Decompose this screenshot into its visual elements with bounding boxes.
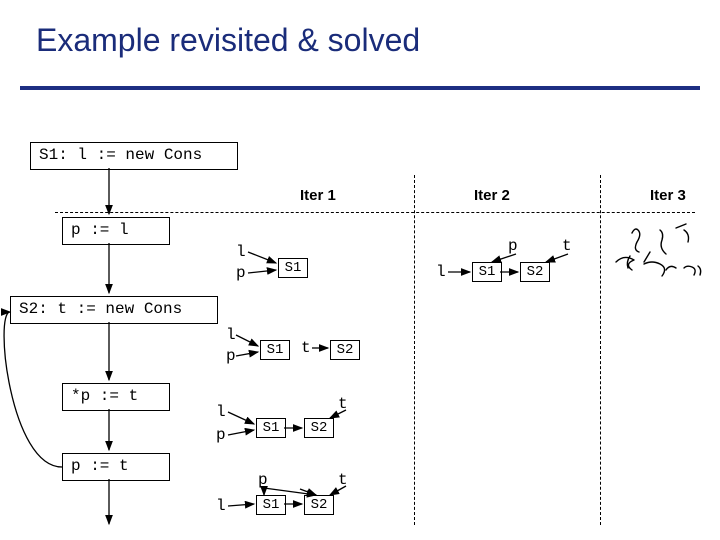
g1b-s1: S1 xyxy=(260,340,290,360)
g1c-t: t xyxy=(338,396,348,414)
g1d-s1: S1 xyxy=(256,495,286,515)
cfg-p-l: p := l xyxy=(62,217,170,245)
g1c-l: l xyxy=(216,404,226,422)
cfg-s1: S1: l := new Cons xyxy=(30,142,238,170)
g2a-l: l xyxy=(436,264,446,282)
g2a-s1: S1 xyxy=(472,262,502,282)
g1b-l: l xyxy=(226,327,236,345)
g2a-t: t xyxy=(562,238,572,256)
dash-mid xyxy=(55,212,695,213)
g1b-s2: S2 xyxy=(330,340,360,360)
g1c-p: p xyxy=(216,427,226,445)
slide-stage: Example revisited & solved Iter 1 Iter 2… xyxy=(0,0,720,540)
g1b-p: p xyxy=(226,348,236,366)
cfg-s2: S2: t := new Cons xyxy=(10,296,218,324)
title-underline xyxy=(20,86,700,90)
g1d-l: l xyxy=(216,498,226,516)
g1a-p: p xyxy=(236,265,246,283)
slide-title: Example revisited & solved xyxy=(36,22,420,59)
g1d-s2: S2 xyxy=(304,495,334,515)
g1c-s2: S2 xyxy=(304,418,334,438)
g1b-t: t xyxy=(301,340,311,358)
iter1-label: Iter 1 xyxy=(300,187,336,204)
g1a-l: l xyxy=(236,244,246,262)
cfg-sp-t: *p := t xyxy=(62,383,170,411)
g1a-s1: S1 xyxy=(278,258,308,278)
iter3-label: Iter 3 xyxy=(650,187,686,204)
g2a-p: p xyxy=(508,238,518,256)
cfg-p-t: p := t xyxy=(62,453,170,481)
g2a-s2: S2 xyxy=(520,262,550,282)
iter2-label: Iter 2 xyxy=(474,187,510,204)
dash-iter23 xyxy=(600,175,601,525)
g1c-s1: S1 xyxy=(256,418,286,438)
dash-iter12 xyxy=(414,175,415,525)
g1d-p: p xyxy=(258,472,268,490)
g1d-t: t xyxy=(338,472,348,490)
